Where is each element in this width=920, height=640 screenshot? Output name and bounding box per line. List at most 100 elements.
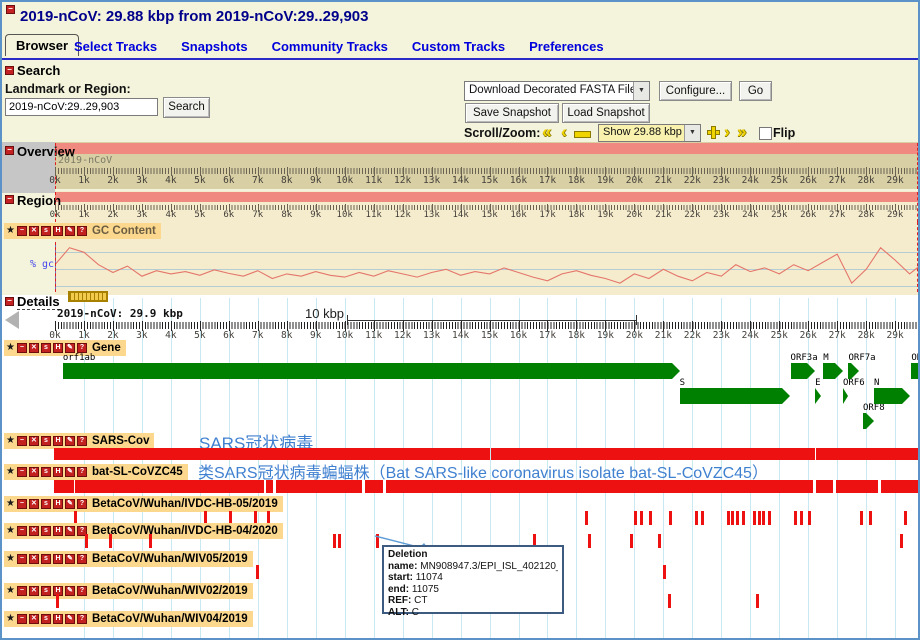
about-icon[interactable]: ?: [77, 614, 87, 624]
variant-tick[interactable]: [904, 511, 907, 525]
about-icon[interactable]: ?: [77, 554, 87, 564]
collapse-icon[interactable]: −: [17, 526, 27, 536]
alignment-bar[interactable]: [816, 448, 920, 460]
variant-tick[interactable]: [860, 511, 863, 525]
variant-tick[interactable]: [742, 511, 745, 525]
gene-arrow-orf3a[interactable]: [807, 363, 815, 379]
variant-tick[interactable]: [768, 511, 771, 525]
alignment-bar[interactable]: [276, 480, 362, 493]
variant-tick[interactable]: [109, 534, 112, 548]
variant-tick[interactable]: [658, 534, 661, 548]
variant-tick[interactable]: [800, 511, 803, 525]
edit-icon[interactable]: ✎: [65, 586, 75, 596]
share-icon[interactable]: s: [41, 436, 51, 446]
variant-tick[interactable]: [669, 511, 672, 525]
alignment-bar[interactable]: [75, 480, 264, 493]
save-snapshot-button[interactable]: Save Snapshot: [465, 103, 559, 123]
alignment-bar[interactable]: [365, 480, 383, 493]
ruler-tickstrip[interactable]: [55, 168, 920, 174]
gene-arrow-m[interactable]: [835, 363, 843, 379]
variant-tick[interactable]: [634, 511, 637, 525]
edit-icon[interactable]: ✎: [65, 614, 75, 624]
highlight-icon[interactable]: H: [53, 467, 63, 477]
edit-icon[interactable]: ✎: [65, 467, 75, 477]
variant-tick[interactable]: [762, 511, 765, 525]
region-collapse-icon[interactable]: −: [5, 195, 14, 204]
variant-tick[interactable]: [585, 511, 588, 525]
about-icon[interactable]: ?: [77, 343, 87, 353]
share-icon[interactable]: s: [41, 614, 51, 624]
variant-tick[interactable]: [808, 511, 811, 525]
collapse-icon[interactable]: −: [17, 226, 27, 236]
variant-tick[interactable]: [869, 511, 872, 525]
gene-orf6[interactable]: [843, 388, 848, 404]
variant-tick[interactable]: [695, 511, 698, 525]
variant-tick[interactable]: [753, 511, 756, 525]
gene-arrow-orf7a[interactable]: [851, 363, 859, 379]
share-icon[interactable]: s: [41, 526, 51, 536]
share-icon[interactable]: s: [41, 467, 51, 477]
highlight-icon[interactable]: H: [53, 226, 63, 236]
zoom-level-select[interactable]: Show 29.88 kbp ▼: [598, 124, 701, 142]
variant-tick[interactable]: [900, 534, 903, 548]
variant-tick[interactable]: [701, 511, 704, 525]
tab-browser[interactable]: Browser: [5, 34, 79, 56]
flip-checkbox[interactable]: [759, 127, 772, 140]
gene-m[interactable]: [823, 363, 834, 379]
share-icon[interactable]: s: [41, 343, 51, 353]
edit-icon[interactable]: ✎: [65, 343, 75, 353]
favorite-star-icon[interactable]: ★: [6, 554, 15, 564]
favorite-star-icon[interactable]: ★: [6, 614, 15, 624]
variant-tick[interactable]: [731, 511, 734, 525]
tab-community-tracks[interactable]: Community Tracks: [272, 39, 388, 54]
highlight-icon[interactable]: H: [53, 554, 63, 564]
go-button[interactable]: Go: [739, 81, 772, 101]
gene-n[interactable]: [874, 388, 903, 404]
edit-icon[interactable]: ✎: [65, 226, 75, 236]
edit-icon[interactable]: ✎: [65, 436, 75, 446]
collapse-icon[interactable]: −: [17, 436, 27, 446]
zoom-in-icon[interactable]: [707, 126, 720, 139]
variant-tick[interactable]: [256, 565, 259, 579]
window-collapse-icon[interactable]: −: [6, 5, 15, 14]
about-icon[interactable]: ?: [77, 436, 87, 446]
close-icon[interactable]: ✕: [29, 526, 39, 536]
search-button[interactable]: Search: [163, 97, 210, 118]
variant-tick[interactable]: [85, 534, 88, 548]
scroll-left-icon[interactable]: ‹: [561, 125, 567, 139]
tab-snapshots[interactable]: Snapshots: [181, 39, 247, 54]
variant-tick[interactable]: [149, 534, 152, 548]
highlight-icon[interactable]: H: [53, 526, 63, 536]
gene-s[interactable]: [680, 388, 783, 404]
tab-custom-tracks[interactable]: Custom Tracks: [412, 39, 505, 54]
gene-orf3a[interactable]: [791, 363, 807, 379]
gene-orf10[interactable]: [911, 363, 920, 379]
alignment-bar[interactable]: [836, 480, 878, 493]
close-icon[interactable]: ✕: [29, 226, 39, 236]
about-icon[interactable]: ?: [77, 467, 87, 477]
landmark-input[interactable]: [5, 98, 158, 116]
about-icon[interactable]: ?: [77, 586, 87, 596]
collapse-icon[interactable]: −: [17, 499, 27, 509]
variant-tick[interactable]: [794, 511, 797, 525]
scroll-far-right-icon[interactable]: »: [737, 125, 746, 139]
collapse-icon[interactable]: −: [17, 614, 27, 624]
collapse-icon[interactable]: −: [17, 586, 27, 596]
share-icon[interactable]: s: [41, 226, 51, 236]
variant-tick[interactable]: [736, 511, 739, 525]
favorite-star-icon[interactable]: ★: [6, 586, 15, 596]
collapse-icon[interactable]: −: [17, 554, 27, 564]
edit-icon[interactable]: ✎: [65, 554, 75, 564]
variant-tick[interactable]: [756, 594, 759, 608]
favorite-star-icon[interactable]: ★: [6, 499, 15, 509]
ruler-tickstrip[interactable]: [55, 322, 920, 329]
scroll-far-left-icon[interactable]: «: [542, 125, 551, 139]
variant-tick[interactable]: [333, 534, 336, 548]
gene-e[interactable]: [815, 388, 821, 404]
tab-preferences[interactable]: Preferences: [529, 39, 603, 54]
load-snapshot-button[interactable]: Load Snapshot: [562, 103, 650, 123]
favorite-star-icon[interactable]: ★: [6, 436, 15, 446]
highlight-icon[interactable]: H: [53, 499, 63, 509]
highlight-icon[interactable]: H: [53, 343, 63, 353]
search-collapse-icon[interactable]: −: [5, 66, 14, 75]
